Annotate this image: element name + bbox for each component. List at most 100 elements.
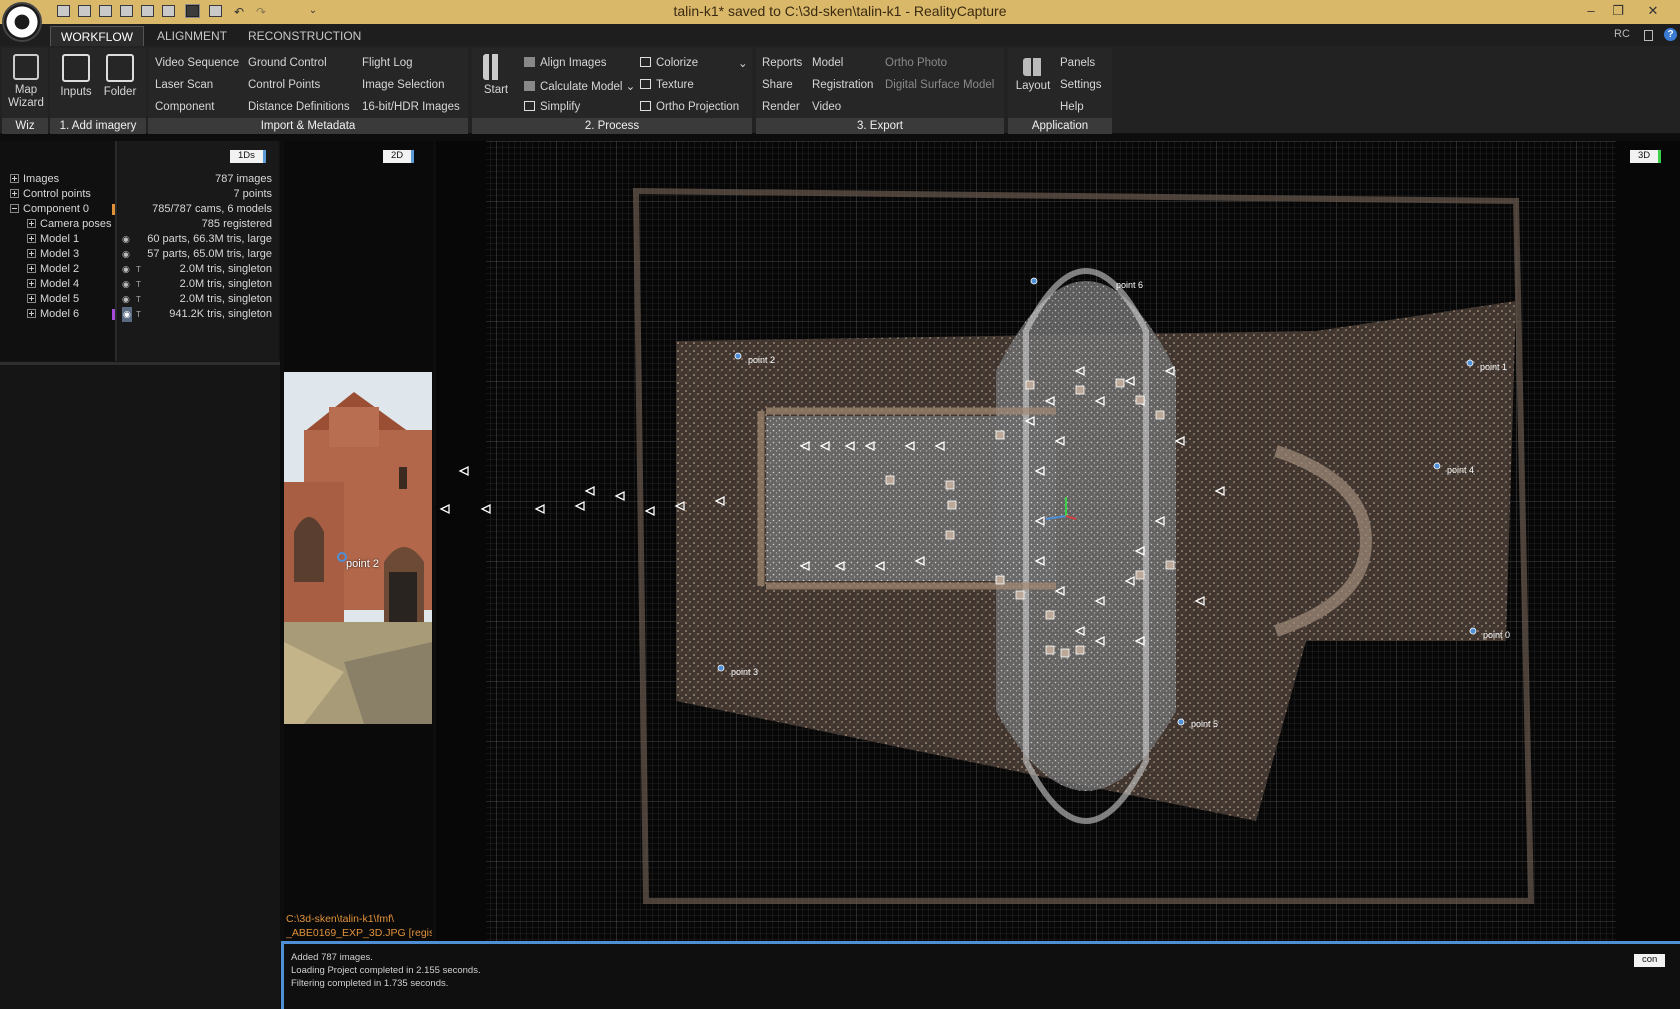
hdr-images-button[interactable]: 16-bit/HDR Images — [362, 101, 460, 113]
minimize-button[interactable]: – — [1580, 2, 1602, 20]
visibility-eye-icon[interactable]: ◉ — [122, 277, 130, 292]
expand-icon[interactable] — [27, 234, 36, 243]
panel-tag-console[interactable]: con — [1634, 954, 1666, 967]
help-icon[interactable]: ? — [1664, 28, 1677, 41]
image-path-line2: _ABE0169_EXP_3D.JPG [regis — [286, 927, 432, 939]
panel-tag-2d[interactable]: 2D — [383, 150, 415, 163]
align-images-icon — [524, 57, 535, 67]
settings-button[interactable]: Settings — [1060, 79, 1102, 91]
video-button[interactable]: Video — [812, 101, 841, 113]
ground-control-button[interactable]: Ground Control — [248, 57, 327, 69]
visibility-eye-icon[interactable]: ◉ — [122, 292, 130, 307]
tab-reconstruction[interactable]: RECONSTRUCTION — [238, 26, 371, 46]
ortho-photo-button[interactable]: Ortho Photo — [885, 57, 947, 69]
simplify-button[interactable]: Simplify — [524, 101, 580, 113]
calculate-model-button[interactable]: Calculate Model ⌄ — [524, 79, 635, 93]
point-2-label[interactable]: point 2 — [748, 355, 775, 365]
ortho-projection-button[interactable]: Ortho Projection — [640, 101, 739, 113]
laser-scan-button[interactable]: Laser Scan — [155, 79, 213, 91]
point-3-label[interactable]: point 3 — [731, 667, 758, 677]
tree-item-camera-poses[interactable]: Camera poses — [27, 217, 112, 232]
tree-item-component-0[interactable]: Component 0 — [10, 202, 89, 217]
control-points-button[interactable]: Control Points — [248, 79, 320, 91]
model-export-button[interactable]: Model — [812, 57, 843, 69]
digital-surface-model-button[interactable]: Digital Surface Model — [885, 79, 994, 91]
tree-label: Model 6 — [40, 308, 80, 320]
tree-item-model-5[interactable]: Model 5 — [27, 292, 79, 307]
project-tree-values: 1Ds 787 images 7 points 785/787 cams, 6 … — [118, 141, 278, 361]
tree-item-control-points[interactable]: Control points — [10, 187, 91, 202]
expand-icon[interactable] — [27, 294, 36, 303]
tab-alignment[interactable]: ALIGNMENT — [147, 26, 237, 46]
app-logo-icon[interactable] — [2, 2, 42, 42]
visibility-eye-icon[interactable]: ◉ — [122, 247, 130, 262]
expand-icon[interactable] — [10, 174, 19, 183]
image-preview[interactable]: point 2 — [284, 372, 432, 724]
video-sequence-button[interactable]: Video Sequence — [155, 57, 239, 69]
close-button[interactable]: ✕ — [1642, 2, 1664, 20]
expand-icon[interactable] — [10, 189, 19, 198]
tree-item-model-3[interactable]: Model 3 — [27, 247, 79, 262]
panel-divider[interactable] — [0, 362, 280, 365]
ortho-projection-label: Ortho Projection — [656, 101, 740, 113]
group-application-label: Application — [1008, 118, 1112, 134]
help-button[interactable]: Help — [1060, 101, 1084, 113]
expand-icon[interactable] — [27, 249, 36, 258]
tree-item-model-6[interactable]: Model 6 — [27, 307, 79, 322]
expand-icon[interactable] — [27, 219, 36, 228]
start-button[interactable]: Start — [478, 54, 514, 97]
visibility-eye-active-icon[interactable]: ◉ — [122, 307, 132, 322]
registration-button[interactable]: Registration — [812, 79, 873, 91]
point-6-label[interactable]: point 6 — [1116, 280, 1143, 290]
tree-label: Model 3 — [40, 248, 80, 260]
restore-button[interactable]: ❐ — [1607, 2, 1629, 20]
document-icon[interactable] — [1644, 30, 1653, 41]
value-images: 787 images — [215, 173, 272, 185]
tree-label: Component 0 — [23, 203, 90, 215]
point-cloud-scene[interactable] — [436, 141, 1680, 941]
render-button[interactable]: Render — [762, 101, 800, 113]
layout-button[interactable]: Layout — [1014, 58, 1052, 93]
group-wiz-label: Wiz — [2, 118, 48, 134]
expand-icon[interactable] — [27, 309, 36, 318]
calculate-model-dropdown-icon[interactable]: ⌄ — [626, 81, 636, 93]
flight-log-button[interactable]: Flight Log — [362, 57, 413, 69]
inputs-button[interactable]: Inputs — [56, 54, 96, 99]
expand-icon[interactable] — [27, 264, 36, 273]
tree-item-model-2[interactable]: Model 2 — [27, 262, 79, 277]
panels-button[interactable]: Panels — [1060, 57, 1095, 69]
component-button[interactable]: Component — [155, 101, 214, 113]
map-wizard-button[interactable]: Map Wizard — [6, 54, 46, 110]
visibility-eye-icon[interactable]: ◉ — [122, 262, 130, 277]
texture-button[interactable]: Texture — [640, 79, 694, 91]
align-images-button[interactable]: Align Images — [524, 57, 606, 69]
image-selection-button[interactable]: Image Selection — [362, 79, 444, 91]
tree-label: Camera poses — [40, 218, 112, 230]
rc-label[interactable]: RC — [1614, 28, 1630, 40]
reports-button[interactable]: Reports — [762, 57, 802, 69]
share-button[interactable]: Share — [762, 79, 793, 91]
texture-indicator-icon: T — [136, 295, 141, 304]
visibility-eye-icon[interactable]: ◉ — [122, 232, 130, 247]
point-1-label[interactable]: point 1 — [1480, 362, 1507, 372]
distance-definitions-button[interactable]: Distance Definitions — [248, 101, 350, 113]
tree-item-model-1[interactable]: Model 1 — [27, 232, 79, 247]
tree-item-model-4[interactable]: Model 4 — [27, 277, 79, 292]
tab-workflow[interactable]: WORKFLOW — [50, 26, 144, 46]
point-4-label[interactable]: point 4 — [1447, 465, 1474, 475]
point-0-label[interactable]: point 0 — [1483, 630, 1510, 640]
collapse-icon[interactable] — [10, 204, 19, 213]
folder-button[interactable]: Folder — [100, 54, 140, 99]
expand-icon[interactable] — [27, 279, 36, 288]
start-label: Start — [483, 84, 509, 96]
tree-item-images[interactable]: Images — [10, 172, 59, 187]
inputs-icon — [62, 54, 90, 82]
value-camera-poses: 785 registered — [201, 218, 272, 230]
colorize-button[interactable]: Colorize — [640, 57, 698, 69]
group-export-label: 3. Export — [756, 118, 1004, 134]
point-5-label[interactable]: point 5 — [1191, 719, 1218, 729]
panel-tag-1ds[interactable]: 1Ds — [230, 150, 266, 163]
panel-tag-3d[interactable]: 3D — [1630, 150, 1662, 163]
viewport-3d[interactable]: point 6 point 2 point 1 point 4 point 0 … — [436, 141, 1680, 941]
process-options-dropdown-icon[interactable]: ⌄ — [738, 56, 748, 70]
